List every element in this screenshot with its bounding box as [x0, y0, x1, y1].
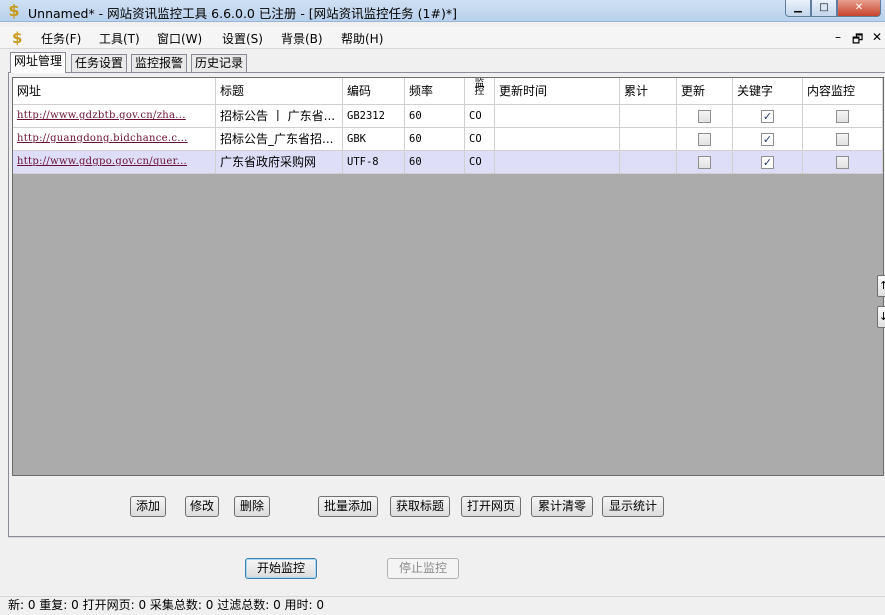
grid-header: 网址 标题 编码 频率 监控 更新时间 累计 更新 关键字 内容监控: [13, 78, 883, 105]
frequency-cell: 60: [405, 105, 465, 127]
menu-bar: $ 任务(F) 工具(T) 窗口(W) 设置(S) 背景(B) 帮助(H) – …: [0, 27, 885, 49]
frequency-cell: 60: [405, 151, 465, 173]
delete-button[interactable]: 删除: [234, 496, 270, 517]
table-row[interactable]: http://guangdong.bidchance.c... 招标公告_广东省招…: [13, 128, 883, 151]
col-monitor[interactable]: 监控: [465, 78, 495, 104]
monitor-cell: CO: [465, 151, 495, 173]
content-monitor-checkbox[interactable]: [836, 133, 849, 146]
col-frequency[interactable]: 频率: [405, 78, 465, 104]
keyword-checkbox[interactable]: ✓: [761, 133, 774, 146]
encoding-cell: GBK: [343, 128, 405, 150]
minimize-button[interactable]: ▁: [785, 0, 811, 17]
keyword-cell: ✓: [733, 151, 803, 173]
update-cell: [677, 105, 733, 127]
dollar-icon[interactable]: $: [12, 29, 22, 47]
keyword-cell: ✓: [733, 105, 803, 127]
table-row[interactable]: http://www.gdzbtb.gov.cn/zha... 招标公告 丨 广东…: [13, 105, 883, 128]
menu-tools[interactable]: 工具(T): [99, 30, 140, 47]
content-monitor-cell: [803, 105, 883, 127]
update-checkbox[interactable]: [698, 156, 711, 169]
tab-task-settings[interactable]: 任务设置: [71, 54, 128, 73]
fetch-title-button[interactable]: 获取标题: [390, 496, 450, 517]
encoding-cell: UTF-8: [343, 151, 405, 173]
total-cell: [620, 105, 677, 127]
dollar-icon: $: [8, 1, 20, 20]
clear-total-button[interactable]: 累计清零: [531, 496, 593, 517]
show-stats-button[interactable]: 显示统计: [602, 496, 664, 517]
tab-monitor-alarm[interactable]: 监控报警: [131, 54, 188, 73]
encoding-cell: GB2312: [343, 105, 405, 127]
title-cell: 招标公告_广东省招...: [216, 128, 343, 150]
url-cell[interactable]: http://www.gdgpo.gov.cn/quer...: [13, 151, 216, 173]
col-content-monitor[interactable]: 内容监控: [803, 78, 883, 104]
monitor-cell: CO: [465, 128, 495, 150]
close-button[interactable]: ✕: [837, 0, 881, 17]
content-monitor-checkbox[interactable]: [836, 156, 849, 169]
status-bar: 新: 0 重复: 0 打开网页: 0 采集总数: 0 过滤总数: 0 用时: 0: [0, 596, 885, 615]
tab-history[interactable]: 历史记录: [191, 54, 248, 73]
divider: [8, 537, 885, 538]
update-time-cell: [495, 151, 620, 173]
menu-background[interactable]: 背景(B): [281, 30, 323, 47]
window-controls: ▁ □ ✕: [785, 0, 881, 17]
start-monitor-button[interactable]: 开始监控: [245, 558, 317, 579]
keyword-cell: ✓: [733, 128, 803, 150]
mdi-minimize-icon[interactable]: –: [835, 30, 841, 44]
update-cell: [677, 151, 733, 173]
col-keyword[interactable]: 关键字: [733, 78, 803, 104]
table-row[interactable]: http://www.gdgpo.gov.cn/quer... 广东省政府采购网 U…: [13, 151, 883, 174]
frequency-cell: 60: [405, 128, 465, 150]
stop-monitor-button[interactable]: 停止监控: [387, 558, 459, 579]
maximize-button[interactable]: □: [811, 0, 837, 17]
title-cell: 招标公告 丨 广东省...: [216, 105, 343, 127]
content-monitor-cell: [803, 151, 883, 173]
update-cell: [677, 128, 733, 150]
add-button[interactable]: 添加: [130, 496, 166, 517]
col-title[interactable]: 标题: [216, 78, 343, 104]
open-page-button[interactable]: 打开网页: [461, 496, 521, 517]
update-checkbox[interactable]: [698, 110, 711, 123]
move-up-button[interactable]: ↑: [877, 275, 885, 297]
url-cell[interactable]: http://www.gdzbtb.gov.cn/zha...: [13, 105, 216, 127]
keyword-checkbox[interactable]: ✓: [761, 156, 774, 169]
menu-help[interactable]: 帮助(H): [341, 30, 383, 47]
update-time-cell: [495, 128, 620, 150]
menu-settings[interactable]: 设置(S): [222, 30, 263, 47]
content-monitor-cell: [803, 128, 883, 150]
mdi-close-icon[interactable]: ✕: [872, 30, 882, 44]
edit-button[interactable]: 修改: [185, 496, 219, 517]
col-url[interactable]: 网址: [13, 78, 216, 104]
move-down-button[interactable]: ↓: [877, 306, 885, 328]
col-total[interactable]: 累计: [620, 78, 677, 104]
title-bar: $ Unnamed* - 网站资讯监控工具 6.6.0.0 已注册 - [网站资…: [0, 0, 885, 22]
window-title: Unnamed* - 网站资讯监控工具 6.6.0.0 已注册 - [网站资讯监…: [28, 6, 457, 21]
col-encoding[interactable]: 编码: [343, 78, 405, 104]
col-monitor-label: 监控: [474, 78, 485, 97]
tab-url-management[interactable]: 网址管理: [10, 52, 67, 73]
total-cell: [620, 151, 677, 173]
title-cell: 广东省政府采购网: [216, 151, 343, 173]
monitor-cell: CO: [465, 105, 495, 127]
url-grid[interactable]: 网址 标题 编码 频率 监控 更新时间 累计 更新 关键字 内容监控 http:…: [12, 77, 885, 476]
update-time-cell: [495, 105, 620, 127]
col-update[interactable]: 更新: [677, 78, 733, 104]
total-cell: [620, 128, 677, 150]
batch-add-button[interactable]: 批量添加: [318, 496, 378, 517]
content-monitor-checkbox[interactable]: [836, 110, 849, 123]
menu-task[interactable]: 任务(F): [41, 30, 81, 47]
keyword-checkbox[interactable]: ✓: [761, 110, 774, 123]
mdi-restore-icon[interactable]: 🗗: [852, 30, 863, 51]
url-cell[interactable]: http://guangdong.bidchance.c...: [13, 128, 216, 150]
update-checkbox[interactable]: [698, 133, 711, 146]
col-update-time[interactable]: 更新时间: [495, 78, 620, 104]
menu-window[interactable]: 窗口(W): [157, 30, 202, 47]
